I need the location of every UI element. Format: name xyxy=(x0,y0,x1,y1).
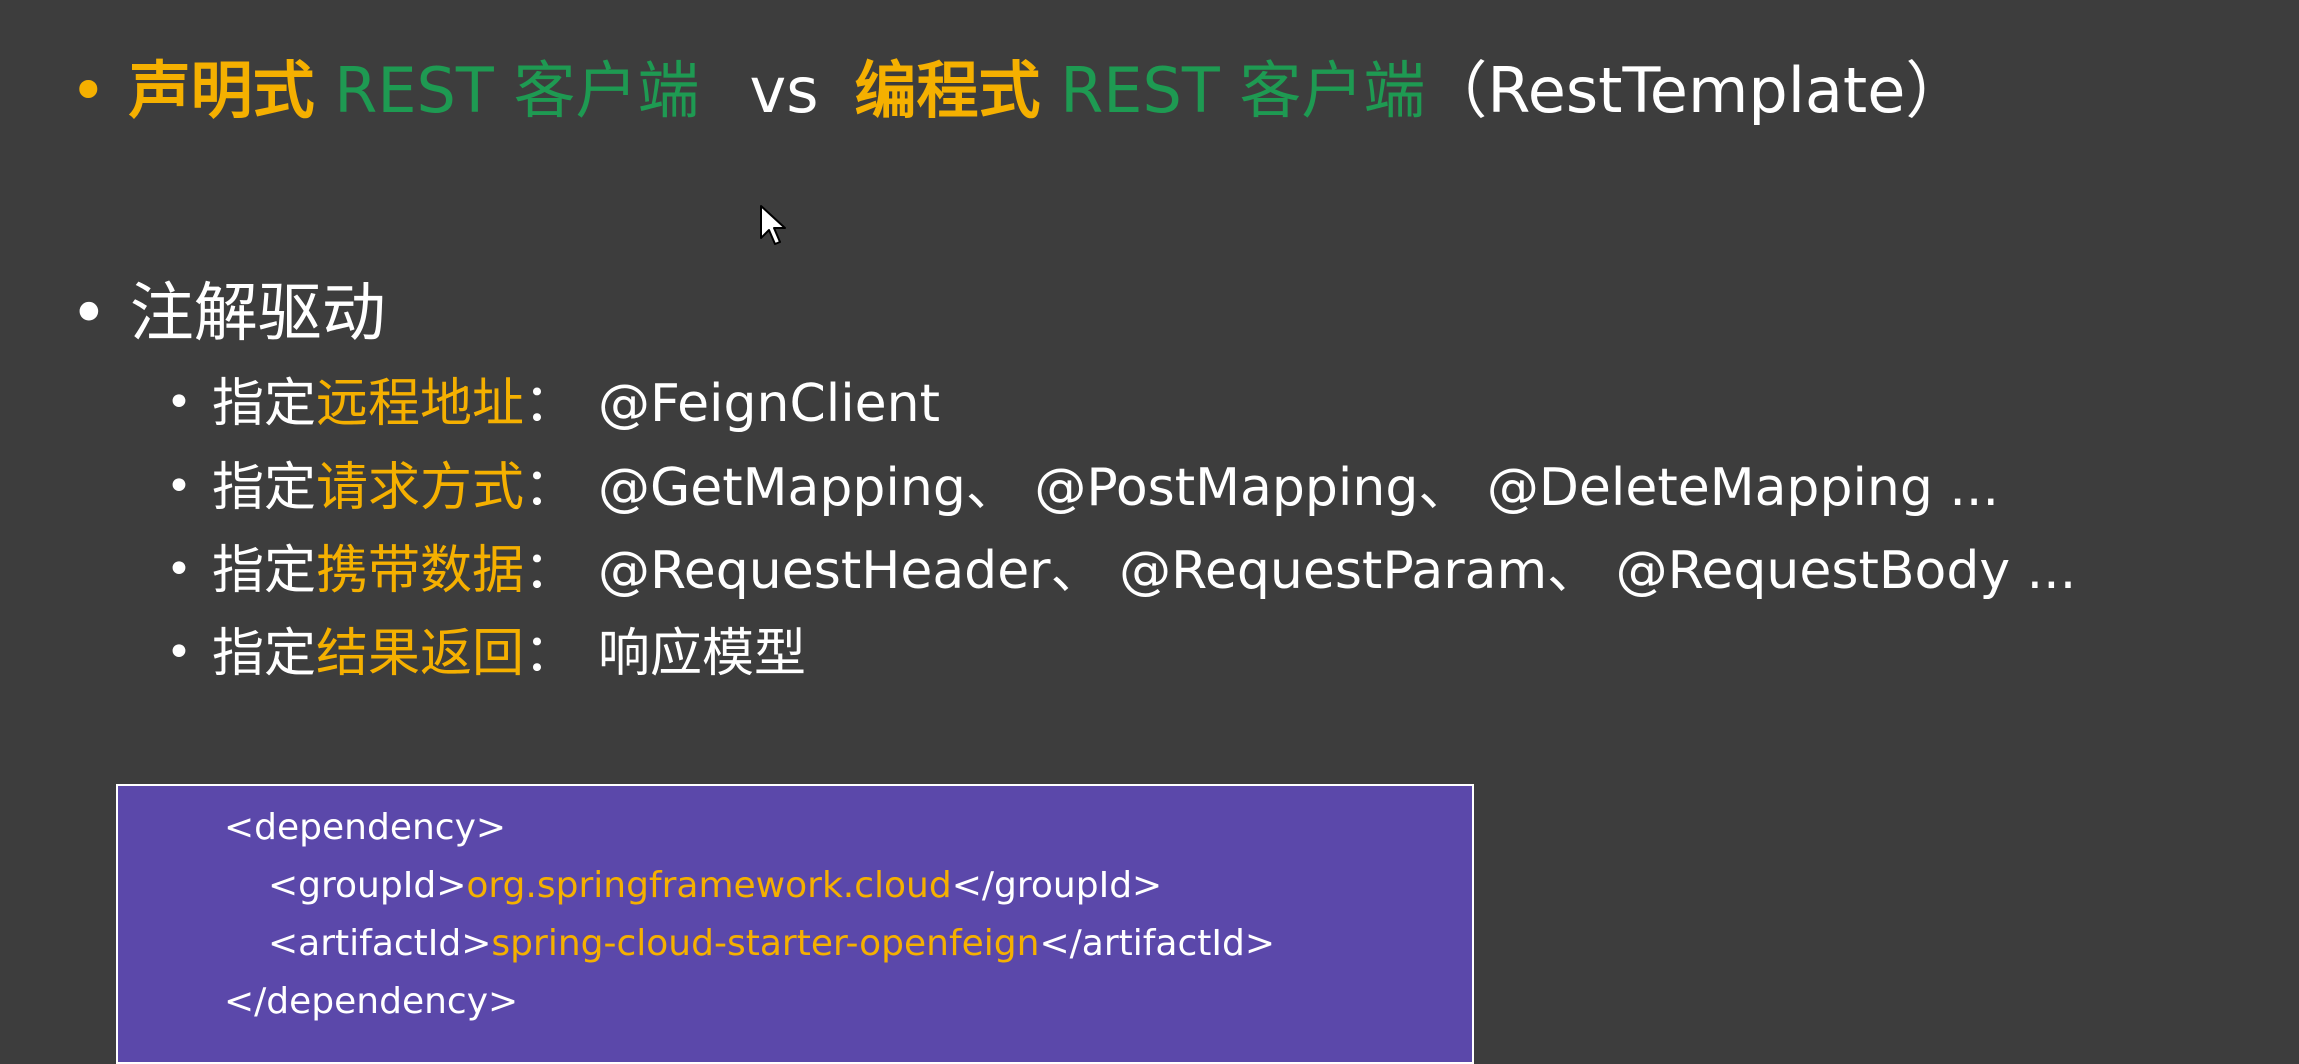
title-vs: vs xyxy=(749,54,819,127)
item-highlight: 携带数据 xyxy=(315,541,524,601)
item-bullet: • xyxy=(166,544,192,595)
list-item: • 指定远程地址： @FeignClient xyxy=(166,378,940,430)
code-tag-close: </groupId> xyxy=(951,865,1163,906)
code-line-groupid: <groupId>org.springframework.cloud</grou… xyxy=(268,868,1162,904)
title-programmatic: 编程式 xyxy=(854,54,1041,127)
heading-label: 注解驱动 xyxy=(129,277,386,351)
slide: • 声明式 REST 客户端 vs 编程式 REST 客户端（RestTemplate… xyxy=(0,0,2299,1064)
list-item: • 指定结果返回： 响应模型 xyxy=(166,628,806,680)
item-prefix: 指定 xyxy=(211,458,316,518)
item-colon: ： xyxy=(523,541,576,601)
item-bullet: • xyxy=(166,377,192,428)
item-highlight: 远程地址 xyxy=(315,374,524,434)
title-declarative: 声明式 xyxy=(128,54,315,127)
item-value: @GetMapping、 @PostMapping、 @DeleteMappin… xyxy=(598,458,1999,518)
heading-bullet: • xyxy=(70,277,108,351)
title-bullet: • xyxy=(70,54,107,127)
code-line-artifactid: <artifactId>spring-cloud-starter-openfei… xyxy=(268,926,1275,962)
item-colon: ： xyxy=(523,458,576,518)
slide-title: • 声明式 REST 客户端 vs 编程式 REST 客户端（RestTemplate… xyxy=(70,60,1967,122)
item-value: 响应模型 xyxy=(598,624,807,684)
list-item: • 指定请求方式： @GetMapping、 @PostMapping、 @Dele… xyxy=(166,462,1999,514)
code-line-dependency-open: <dependency> xyxy=(224,807,507,848)
item-bullet: • xyxy=(166,627,192,678)
code-block: <dependency> <groupId>org.springframewor… xyxy=(116,784,1474,1064)
code-artifactid-value: spring-cloud-starter-openfeign xyxy=(491,923,1040,964)
item-colon: ： xyxy=(523,624,576,684)
section-heading: • 注解驱动 xyxy=(70,282,386,346)
item-value: @RequestHeader、 @RequestParam、 @RequestB… xyxy=(598,541,2077,601)
mouse-pointer-icon xyxy=(760,205,786,245)
item-prefix: 指定 xyxy=(211,374,316,434)
title-rest-client-2: REST 客户端 xyxy=(1040,54,1426,127)
item-bullet: • xyxy=(166,461,192,512)
code-tag-open: <artifactId> xyxy=(268,923,492,964)
item-colon: ： xyxy=(523,374,576,434)
code-tag-open: <groupId> xyxy=(268,865,467,906)
item-highlight: 结果返回 xyxy=(315,624,524,684)
code-tag-close: </artifactId> xyxy=(1039,923,1276,964)
list-item: • 指定携带数据： @RequestHeader、 @RequestParam、 @… xyxy=(166,545,2076,597)
item-prefix: 指定 xyxy=(211,541,316,601)
code-groupid-value: org.springframework.cloud xyxy=(466,865,952,906)
item-prefix: 指定 xyxy=(211,624,316,684)
title-rest-client-1: REST 客户端 xyxy=(314,54,700,127)
title-resttemplate: （RestTemplate） xyxy=(1425,54,1968,127)
item-highlight: 请求方式 xyxy=(315,458,524,518)
code-line-dependency-close: </dependency> xyxy=(224,981,519,1022)
item-value: @FeignClient xyxy=(598,374,941,434)
